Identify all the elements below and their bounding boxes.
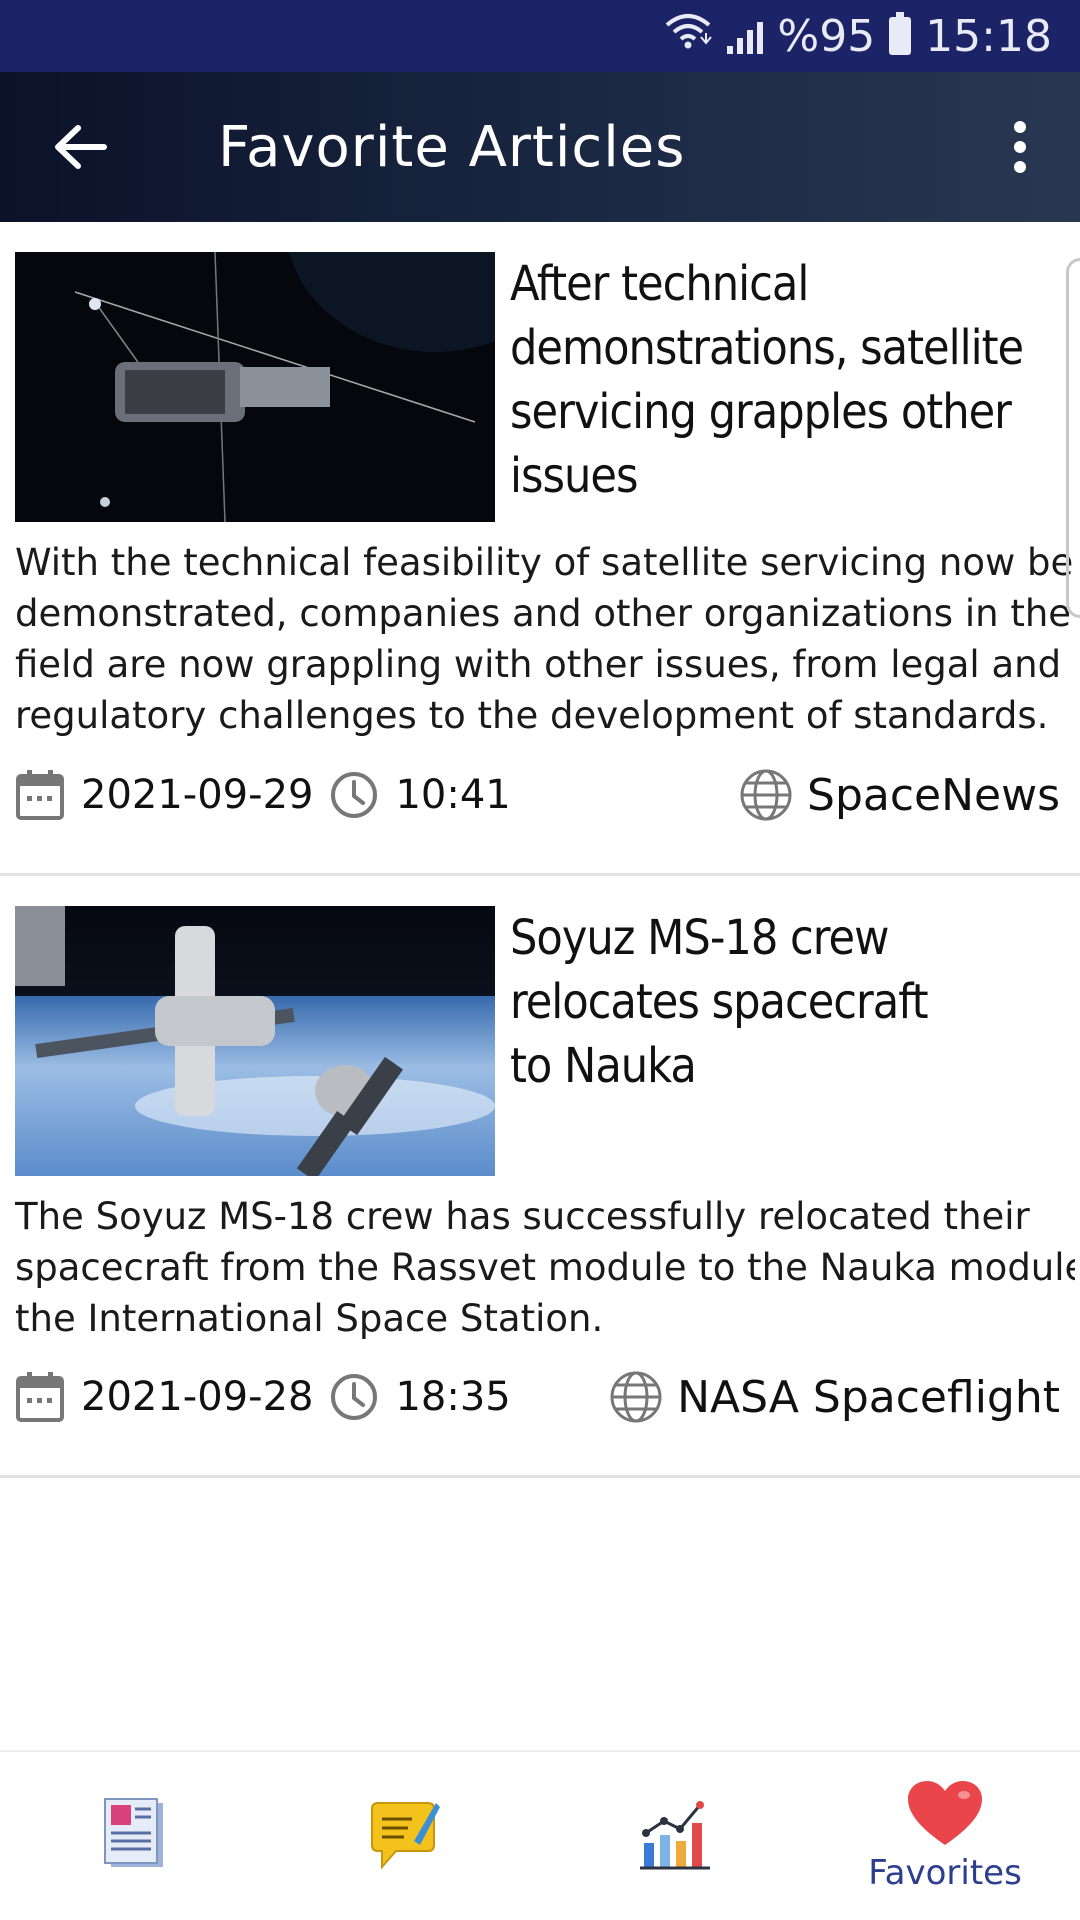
title-line: to Nauka [510, 1038, 697, 1094]
title-line: issues [510, 448, 638, 504]
description-line: regulatory challenges to the development… [15, 694, 1049, 737]
article-meta: 2021-09-28 18:35 NASA Spaceflight [15, 1362, 1060, 1432]
status-bar: %95 15:18 [0, 0, 1080, 72]
back-button[interactable] [0, 72, 160, 222]
title-line: relocates spacecraft [510, 974, 929, 1030]
news-icon [104, 1798, 163, 1867]
battery-icon [889, 12, 912, 55]
globe-icon [609, 1370, 663, 1424]
nav-favorites[interactable]: Favorites [810, 1752, 1080, 1920]
globe-icon [739, 768, 793, 822]
app-bar: Favorite Articles [0, 72, 1080, 222]
clock-icon [329, 770, 379, 820]
article-meta: 2021-09-29 10:41 SpaceNews [15, 760, 1060, 830]
article-thumbnail [15, 252, 495, 522]
nav-label: Favorites [868, 1853, 1022, 1893]
bottom-navigation: Favorites [0, 1750, 1080, 1920]
article-title[interactable]: After technical demonstrations, satellit… [510, 252, 1070, 508]
calendar-icon [15, 1370, 65, 1424]
battery-percent: %95 [777, 10, 876, 62]
article-description: With the technical feasibility of satell… [15, 537, 1075, 741]
title-line: demonstrations, satellite [510, 320, 1024, 376]
description-line: demonstrated, companies and other organi… [15, 592, 1072, 635]
comment-icon [371, 1802, 440, 1870]
status-time: 15:18 [925, 10, 1052, 62]
article-title[interactable]: Soyuz MS-18 crew relocates spacecraft to… [510, 906, 1070, 1098]
nav-comments[interactable] [270, 1752, 540, 1920]
article-card[interactable]: Soyuz MS-18 crew relocates spacecraft to… [0, 876, 1080, 1478]
wifi-icon [663, 11, 713, 62]
article-time: 10:41 [395, 772, 511, 818]
article-date: 2021-09-29 [81, 772, 314, 818]
signal-icon [727, 18, 764, 54]
nav-statistics[interactable] [540, 1752, 810, 1920]
article-thumbnail [15, 906, 495, 1176]
article-description: The Soyuz MS-18 crew has successfully re… [15, 1191, 1075, 1344]
source-name: NASA Spaceflight [677, 1371, 1060, 1423]
article-source[interactable]: NASA Spaceflight [609, 1370, 1060, 1424]
article-card[interactable]: After technical demonstrations, satellit… [0, 222, 1080, 876]
page-title: Favorite Articles [218, 114, 686, 180]
source-name: SpaceNews [807, 769, 1060, 821]
title-line: After technical [510, 256, 809, 312]
article-source[interactable]: SpaceNews [739, 768, 1060, 822]
clock-icon [329, 1372, 379, 1422]
heart-icon [908, 1781, 982, 1845]
title-line: servicing grapples other [510, 384, 1012, 440]
article-time: 18:35 [395, 1374, 511, 1420]
more-options-button[interactable] [960, 72, 1080, 222]
article-date: 2021-09-28 [81, 1374, 314, 1420]
description-line: the International Space Station. [15, 1297, 604, 1340]
description-line: The Soyuz MS-18 crew has successfully re… [15, 1195, 1030, 1238]
calendar-icon [15, 768, 65, 822]
stats-chart-icon [640, 1801, 710, 1870]
description-line: field are now grappling with other issue… [15, 643, 1062, 686]
description-line: With the technical feasibility of satell… [15, 541, 1075, 584]
more-vert-icon [1014, 121, 1026, 173]
arrow-back-icon [55, 125, 107, 169]
side-handle[interactable] [1066, 258, 1080, 618]
description-line: spacecraft from the Rassvet module to th… [15, 1246, 1075, 1289]
title-line: Soyuz MS-18 crew [510, 910, 889, 966]
nav-news[interactable] [0, 1752, 270, 1920]
